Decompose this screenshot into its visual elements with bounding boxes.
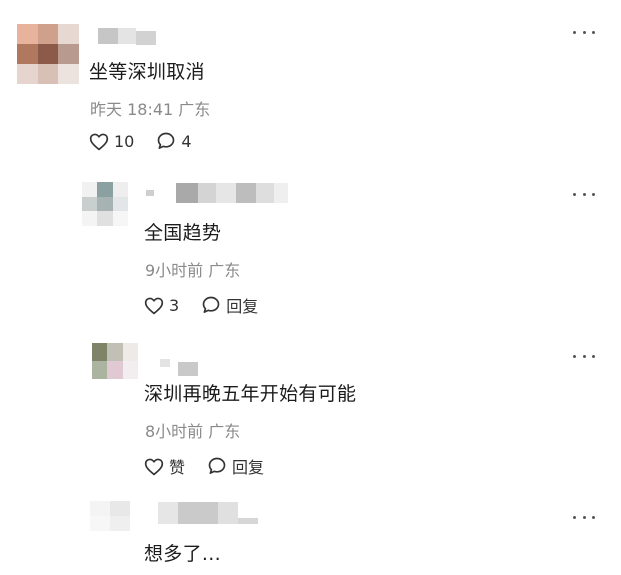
avatar[interactable] — [82, 182, 128, 226]
comment-actions: 3 回复 — [144, 293, 280, 317]
like-count: 10 — [114, 131, 135, 151]
reply-label: 回复 — [232, 458, 265, 477]
comment-text: 全国趋势 — [144, 222, 222, 244]
username-redacted[interactable] — [146, 183, 288, 203]
username-redacted[interactable] — [98, 27, 156, 45]
comment-1: 坐等深圳取消 昨天 18:41 广东 10 4 — [0, 0, 621, 170]
like-button[interactable]: 3 — [144, 296, 179, 315]
like-count: 3 — [169, 295, 180, 315]
comment-text: 想多了... — [144, 543, 221, 565]
more-button[interactable] — [573, 190, 595, 198]
avatar[interactable] — [92, 343, 138, 379]
reply-button[interactable]: 回复 — [201, 293, 258, 317]
comment-actions: 赞 回复 — [144, 454, 286, 478]
comment-actions: 10 4 — [89, 131, 214, 151]
reply-3: 想多了... — [0, 495, 621, 575]
username-redacted[interactable] — [158, 502, 258, 524]
comment-meta: 昨天 18:41 广东 — [90, 100, 211, 119]
more-button[interactable] — [573, 513, 595, 521]
comment-text: 深圳再晚五年开始有可能 — [144, 383, 357, 405]
comment-meta: 8小时前 广东 — [145, 422, 241, 441]
more-button[interactable] — [573, 28, 595, 36]
heart-outline-icon — [89, 133, 109, 150]
avatar[interactable] — [17, 24, 79, 84]
comment-bubble-icon — [208, 457, 226, 474]
heart-outline-icon — [144, 458, 164, 475]
like-label: 赞 — [169, 458, 186, 477]
comment-bubble-icon — [202, 296, 220, 313]
reply-2: 深圳再晚五年开始有可能 8小时前 广东 赞 回复 — [0, 333, 621, 498]
comment-text: 坐等深圳取消 — [89, 61, 205, 83]
reply-label: 回复 — [226, 297, 259, 316]
comment-meta: 9小时前 广东 — [145, 261, 241, 280]
heart-outline-icon — [144, 297, 164, 314]
comment-bubble-icon — [158, 132, 175, 149]
reply-1: 全国趋势 9小时前 广东 3 回复 — [0, 170, 621, 340]
reply-button[interactable]: 回复 — [207, 454, 264, 478]
reply-button[interactable]: 4 — [156, 131, 192, 151]
more-button[interactable] — [573, 352, 595, 360]
like-button[interactable]: 赞 — [144, 454, 185, 478]
like-button[interactable]: 10 — [89, 132, 134, 151]
avatar[interactable] — [90, 501, 130, 531]
username-redacted[interactable] — [160, 350, 198, 376]
reply-count: 4 — [181, 131, 192, 151]
